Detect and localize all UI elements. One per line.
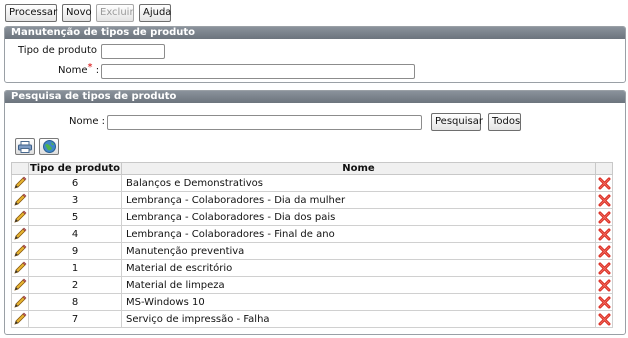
delete-x-icon xyxy=(598,262,610,274)
nome-cell: Serviço de impressão - Falha xyxy=(121,310,596,328)
header-edit-col xyxy=(11,162,29,175)
header-nome[interactable]: Nome xyxy=(121,162,596,175)
delete-cell[interactable] xyxy=(595,174,613,192)
nome-cell: Lembrança - Colaboradores - Final de ano xyxy=(121,225,596,243)
edit-cell[interactable] xyxy=(11,225,29,243)
edit-cell[interactable] xyxy=(11,276,29,294)
tipo-produto-input[interactable] xyxy=(101,44,165,59)
nome-cell: Material de limpeza xyxy=(121,276,596,294)
table-row[interactable]: 5 Lembrança - Colaboradores - Dia dos pai… xyxy=(11,208,613,226)
tipo-cell: 9 xyxy=(28,242,122,260)
delete-cell[interactable] xyxy=(595,293,613,311)
processar-button[interactable]: Processar xyxy=(5,4,57,22)
pesquisa-nome-input[interactable] xyxy=(107,115,422,130)
edit-cell[interactable] xyxy=(11,191,29,209)
table-row[interactable]: 9 Manutenção preventiva xyxy=(11,242,613,260)
edit-cell[interactable] xyxy=(11,310,29,328)
delete-x-icon xyxy=(598,245,610,257)
delete-cell[interactable] xyxy=(595,242,613,260)
edit-cell[interactable] xyxy=(11,259,29,277)
table-row[interactable]: 6 Balanços e Demonstrativos xyxy=(11,174,613,192)
pencil-icon xyxy=(14,312,27,325)
pencil-icon xyxy=(14,193,27,206)
export-button[interactable] xyxy=(39,138,59,155)
edit-cell[interactable] xyxy=(11,174,29,192)
table-row[interactable]: 2 Material de limpeza xyxy=(11,276,613,294)
delete-cell[interactable] xyxy=(595,259,613,277)
pesquisa-nome-label: Nome : xyxy=(69,116,106,127)
ajuda-button[interactable]: Ajuda xyxy=(139,4,171,22)
nome-cell: Lembrança - Colaboradores - Dia da mulhe… xyxy=(121,191,596,209)
printer-icon xyxy=(18,140,32,153)
edit-cell[interactable] xyxy=(11,242,29,260)
tipo-cell: 2 xyxy=(28,276,122,294)
delete-x-icon xyxy=(598,211,610,223)
header-tipo-produto[interactable]: Tipo de produto xyxy=(28,162,122,175)
delete-x-icon xyxy=(598,296,610,308)
todos-button[interactable]: Todos xyxy=(488,113,521,131)
delete-cell[interactable] xyxy=(595,208,613,226)
required-asterisk: * xyxy=(87,62,93,73)
delete-x-icon xyxy=(598,228,610,240)
edit-cell[interactable] xyxy=(11,293,29,311)
nome-cell: Material de escritório xyxy=(121,259,596,277)
globe-icon xyxy=(42,140,56,153)
tipo-cell: 1 xyxy=(28,259,122,277)
edit-cell[interactable] xyxy=(11,208,29,226)
delete-cell[interactable] xyxy=(595,310,613,328)
delete-cell[interactable] xyxy=(595,225,613,243)
tipo-produto-label: Tipo de produto : xyxy=(18,45,104,56)
tipo-cell: 5 xyxy=(28,208,122,226)
pesquisar-button[interactable]: Pesquisar xyxy=(431,113,483,131)
delete-x-icon xyxy=(598,279,610,291)
pencil-icon xyxy=(14,176,27,189)
print-button[interactable] xyxy=(15,138,35,155)
pencil-icon xyxy=(14,278,27,291)
delete-x-icon xyxy=(598,194,610,206)
pesquisa-panel-title: Pesquisa de tipos de produto xyxy=(5,91,625,103)
tipo-cell: 6 xyxy=(28,174,122,192)
table-row[interactable]: 4 Lembrança - Colaboradores - Final de an… xyxy=(11,225,613,243)
excluir-button[interactable]: Excluir xyxy=(96,4,134,22)
nome-input[interactable] xyxy=(101,64,415,79)
manutencao-panel-title: Manutenção de tipos de produto xyxy=(5,27,625,39)
nome-cell: Balanços e Demonstrativos xyxy=(121,174,596,192)
pencil-icon xyxy=(14,244,27,257)
pencil-icon xyxy=(14,295,27,308)
table-row[interactable]: 3 Lembrança - Colaboradores - Dia da mulh… xyxy=(11,191,613,209)
delete-cell[interactable] xyxy=(595,191,613,209)
tipo-cell: 3 xyxy=(28,191,122,209)
nome-cell: Lembrança - Colaboradores - Dia dos pais xyxy=(121,208,596,226)
novo-button[interactable]: Novo xyxy=(62,4,92,22)
pencil-icon xyxy=(14,227,27,240)
tipo-cell: 7 xyxy=(28,310,122,328)
nome-label: Nome* : xyxy=(58,62,100,76)
tipo-cell: 4 xyxy=(28,225,122,243)
nome-cell: Manutenção preventiva xyxy=(121,242,596,260)
table-row[interactable]: 1 Material de escritório xyxy=(11,259,613,277)
pencil-icon xyxy=(14,210,27,223)
table-row[interactable]: 8 MS-Windows 10 xyxy=(11,293,613,311)
tipo-cell: 8 xyxy=(28,293,122,311)
pencil-icon xyxy=(14,261,27,274)
table-header-row: Tipo de produto Nome xyxy=(11,162,613,175)
tipos-produto-table: Tipo de produto Nome 6 Balanços e Demonst… xyxy=(11,162,613,328)
nome-cell: MS-Windows 10 xyxy=(121,293,596,311)
header-delete-col xyxy=(595,162,613,175)
delete-x-icon xyxy=(598,313,610,325)
delete-x-icon xyxy=(598,177,610,189)
table-row[interactable]: 7 Serviço de impressão - Falha xyxy=(11,310,613,328)
delete-cell[interactable] xyxy=(595,276,613,294)
